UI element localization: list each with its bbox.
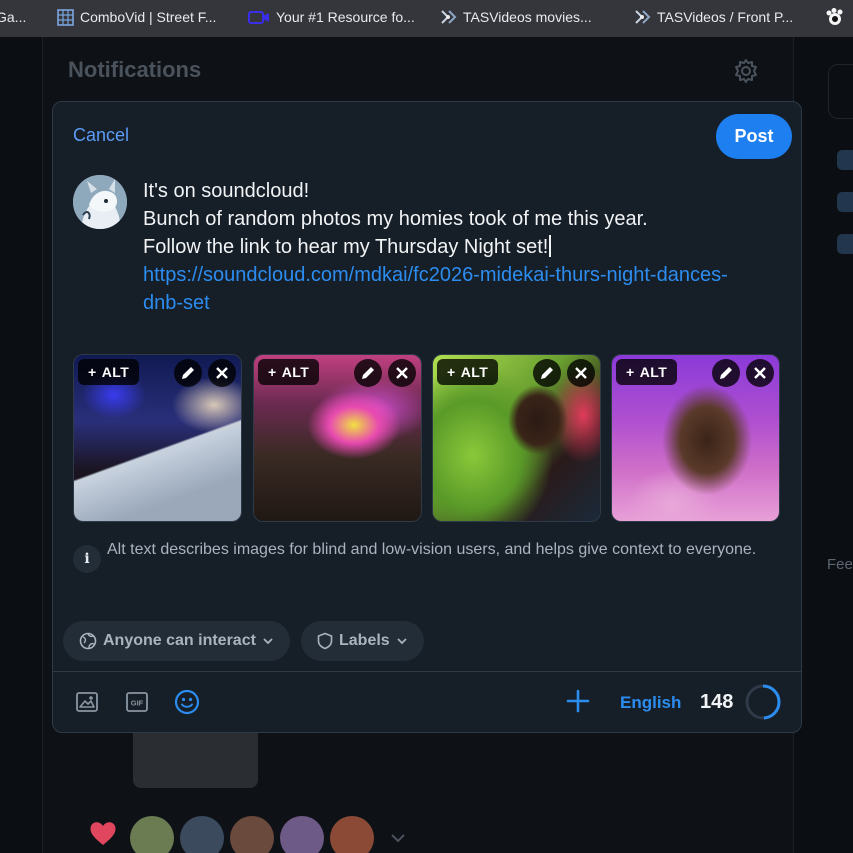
close-icon <box>754 367 766 379</box>
paw-icon <box>826 8 843 25</box>
background-thumbnail <box>133 732 258 788</box>
image-attachment-2[interactable]: + ALT <box>253 354 422 522</box>
gif-icon: GIF <box>126 692 148 712</box>
cancel-button[interactable]: Cancel <box>73 125 129 146</box>
bookmark-paw[interactable] <box>825 4 845 30</box>
bookmark-label: ComboVid | Street F... <box>80 9 217 25</box>
bookmark-resource[interactable]: Your #1 Resource fo... <box>248 4 415 30</box>
add-image-button[interactable] <box>74 689 100 715</box>
bookmark-label: TASVideos movies... <box>463 9 592 25</box>
image-attachment-1[interactable]: + ALT <box>73 354 242 522</box>
pencil-icon <box>362 367 374 379</box>
toolbar-divider <box>53 671 801 672</box>
labels-button[interactable]: Labels <box>301 621 424 661</box>
pencil-icon <box>182 367 194 379</box>
post-text-line: Follow the link to hear my Thursday Nigh… <box>143 236 549 258</box>
alt-label: ALT <box>101 364 130 380</box>
character-progress-ring <box>745 684 781 720</box>
plus-icon: + <box>88 364 97 380</box>
character-count: 148 <box>700 691 734 713</box>
tasvideos-icon <box>635 9 651 24</box>
image-attachment-4[interactable]: + ALT <box>611 354 780 522</box>
background-feeds-label: Fee <box>827 556 853 573</box>
alt-label: ALT <box>639 364 668 380</box>
remove-image-button[interactable] <box>746 359 774 387</box>
emoji-button[interactable] <box>174 689 200 715</box>
alt-label: ALT <box>460 364 489 380</box>
info-icon: i <box>73 545 101 573</box>
gear-icon[interactable] <box>733 58 759 84</box>
post-link[interactable]: https://soundcloud.com/mdkai/fc2026-mide… <box>143 261 753 317</box>
compose-dialog: Cancel Post It's on soundcloud! Bunch of… <box>52 101 802 733</box>
tasvideos-icon <box>441 9 457 24</box>
avatar <box>330 816 374 853</box>
plus-icon: + <box>268 364 277 380</box>
avatar <box>180 816 224 853</box>
bookmark-0[interactable]: Ga... <box>0 4 26 30</box>
edit-image-button[interactable] <box>354 359 382 387</box>
close-icon <box>575 367 587 379</box>
background-search-box <box>828 64 853 119</box>
edit-image-button[interactable] <box>712 359 740 387</box>
bookmark-tasvideos-movies[interactable]: TASVideos movies... <box>440 4 592 30</box>
chevron-down-icon <box>263 638 273 645</box>
bookmark-label: Your #1 Resource fo... <box>276 9 415 25</box>
pencil-icon <box>541 367 553 379</box>
avatar <box>230 816 274 853</box>
avatar <box>130 816 174 853</box>
globe-icon <box>79 632 97 650</box>
remove-image-button[interactable] <box>388 359 416 387</box>
add-thread-button[interactable] <box>563 686 593 716</box>
heart-icon <box>90 822 116 845</box>
post-text-line: It's on soundcloud! <box>143 180 310 202</box>
remove-image-button[interactable] <box>567 359 595 387</box>
image-icon <box>76 692 98 712</box>
svg-text:GIF: GIF <box>131 699 144 708</box>
avatar <box>73 175 127 229</box>
bookmark-label: Ga... <box>0 9 27 25</box>
user-avatar-image <box>73 175 127 229</box>
chevron-down-icon <box>397 638 407 645</box>
alt-text-button[interactable]: + ALT <box>258 359 320 385</box>
alt-text-button[interactable]: + ALT <box>78 359 140 385</box>
interaction-label: Anyone can interact <box>103 632 256 649</box>
bookmarks-bar: Ga... ComboVid | Street F... Your #1 Res… <box>0 0 853 37</box>
post-text-editor[interactable]: It's on soundcloud! Bunch of random phot… <box>143 177 783 317</box>
bookmark-tasvideos-front[interactable]: TASVideos / Front P... <box>634 4 793 30</box>
plus-icon: + <box>626 364 635 380</box>
plus-icon: + <box>447 364 456 380</box>
shield-icon <box>317 632 333 650</box>
edit-image-button[interactable] <box>533 359 561 387</box>
close-icon <box>396 367 408 379</box>
add-gif-button[interactable]: GIF <box>124 689 150 715</box>
labels-label: Labels <box>339 632 390 649</box>
text-cursor <box>549 235 551 257</box>
bookmark-combovid[interactable]: ComboVid | Street F... <box>57 4 216 30</box>
alt-label: ALT <box>281 364 310 380</box>
edit-image-button[interactable] <box>174 359 202 387</box>
camera-icon <box>248 10 269 24</box>
alt-text-button[interactable]: + ALT <box>616 359 678 385</box>
page-title: Notifications <box>68 57 202 82</box>
remove-image-button[interactable] <box>208 359 236 387</box>
emoji-icon <box>174 689 200 715</box>
interaction-settings-button[interactable]: Anyone can interact <box>63 621 290 661</box>
image-attachment-3[interactable]: + ALT <box>432 354 601 522</box>
close-icon <box>216 367 228 379</box>
post-button[interactable]: Post <box>716 114 792 159</box>
language-selector[interactable]: English <box>620 693 681 713</box>
alt-text-button[interactable]: + ALT <box>437 359 499 385</box>
post-text-line: Bunch of random photos my homies took of… <box>143 208 648 230</box>
alt-text-info-text: Alt text describes images for blind and … <box>107 541 757 558</box>
bookmark-label: TASVideos / Front P... <box>657 9 794 25</box>
pencil-icon <box>720 367 732 379</box>
grid-icon <box>57 8 74 26</box>
chevron-down-icon <box>391 834 405 843</box>
avatar <box>280 816 324 853</box>
